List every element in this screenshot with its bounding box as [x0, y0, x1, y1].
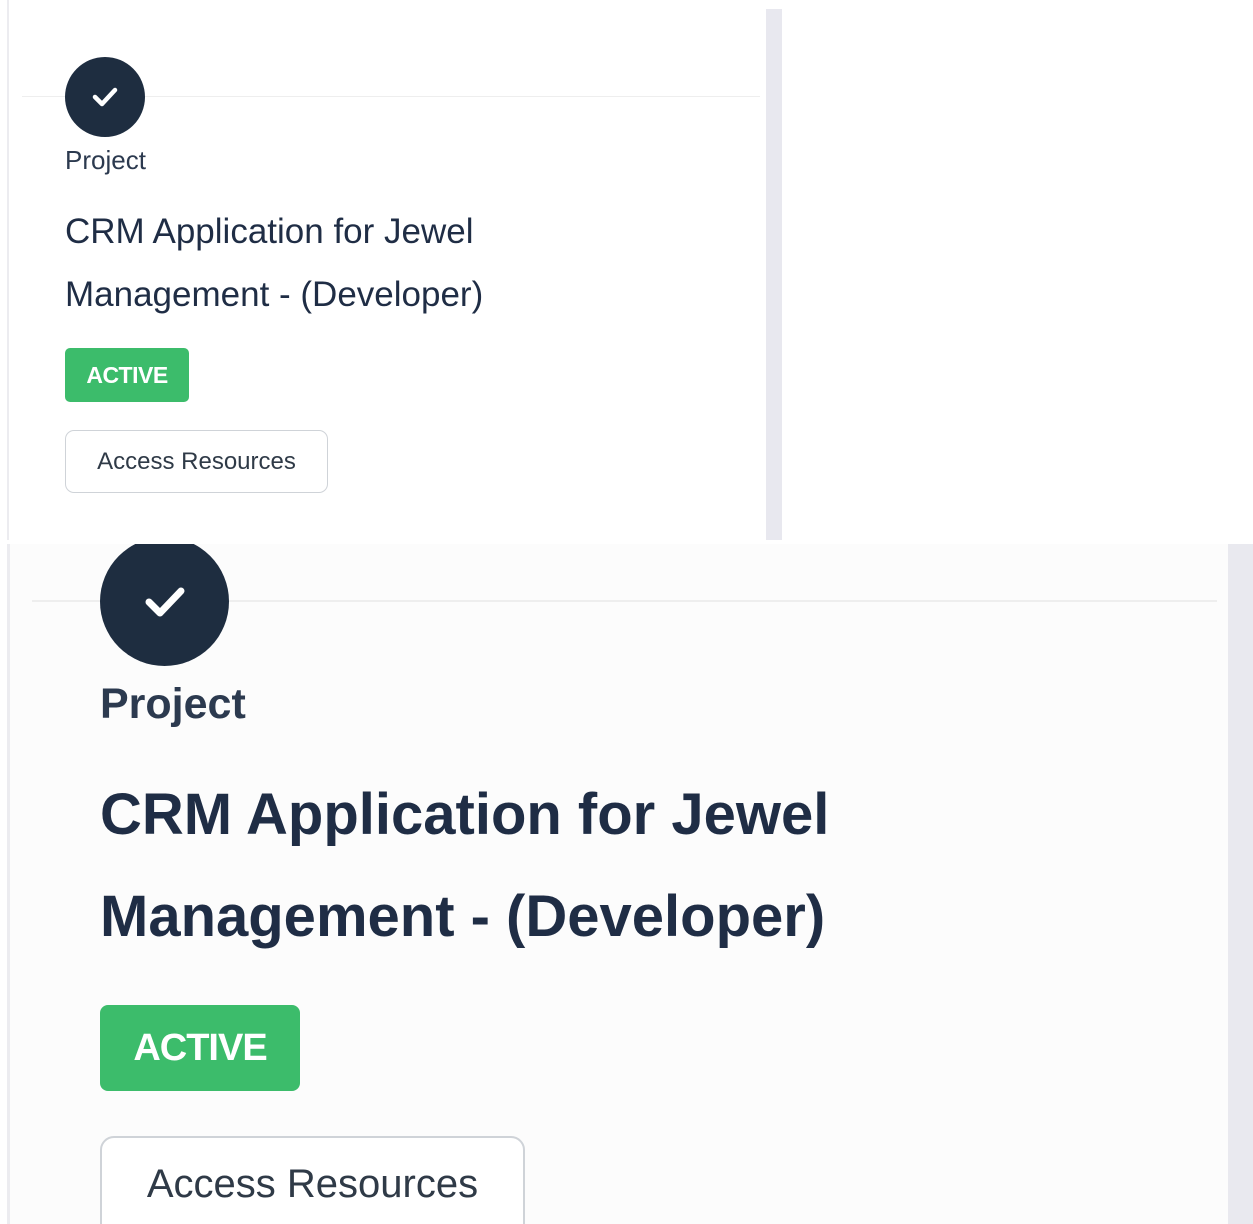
project-title-line-2: Management - (Developer)	[100, 884, 826, 949]
project-card: Project CRM Application for Jewel Manage…	[0, 0, 784, 540]
project-status-circle	[65, 57, 145, 137]
check-icon	[145, 587, 184, 616]
card-left-border	[7, 0, 9, 540]
scrollbar-track[interactable]	[1228, 544, 1253, 1224]
access-resources-button[interactable]: Access Resources	[65, 430, 328, 493]
check-icon	[92, 87, 118, 107]
project-title-line-1: CRM Application for Jewel	[65, 212, 474, 251]
project-title: CRM Application for Jewel Management - (…	[100, 764, 1100, 968]
project-title-line-2: Management - (Developer)	[65, 275, 484, 314]
project-category-label: Project	[100, 680, 246, 728]
project-title: CRM Application for Jewel Management - (…	[65, 200, 665, 326]
project-category-label: Project	[65, 145, 146, 175]
card-left-border	[7, 544, 10, 1224]
project-card-zoomed: Project CRM Application for Jewel Manage…	[0, 544, 1253, 1224]
project-title-line-1: CRM Application for Jewel	[100, 782, 830, 847]
status-badge: ACTIVE	[65, 348, 189, 402]
access-resources-button[interactable]: Access Resources	[100, 1136, 525, 1224]
scrollbar-track[interactable]	[766, 9, 782, 540]
status-badge: ACTIVE	[100, 1005, 300, 1091]
